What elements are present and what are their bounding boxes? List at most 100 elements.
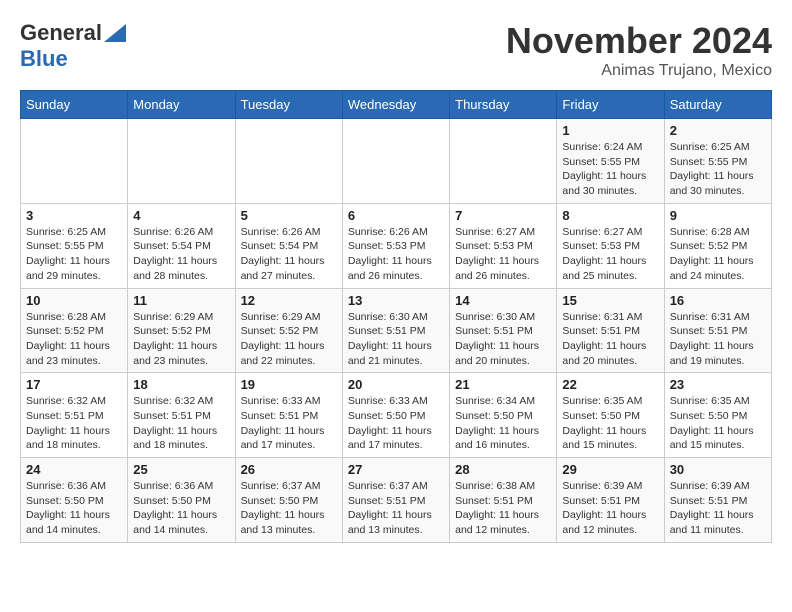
day-of-week-header: Thursday — [450, 91, 557, 119]
cell-sun-info: Sunrise: 6:31 AMSunset: 5:51 PMDaylight:… — [562, 310, 658, 369]
calendar-cell: 4 Sunrise: 6:26 AMSunset: 5:54 PMDaylight… — [128, 203, 235, 288]
cell-day-number: 22 — [562, 377, 658, 392]
calendar-cell: 13 Sunrise: 6:30 AMSunset: 5:51 PMDayligh… — [342, 288, 449, 373]
cell-sun-info: Sunrise: 6:39 AMSunset: 5:51 PMDaylight:… — [562, 479, 658, 538]
calendar-header: SundayMondayTuesdayWednesdayThursdayFrid… — [21, 91, 772, 119]
cell-sun-info: Sunrise: 6:26 AMSunset: 5:53 PMDaylight:… — [348, 225, 444, 284]
cell-day-number: 18 — [133, 377, 229, 392]
cell-sun-info: Sunrise: 6:34 AMSunset: 5:50 PMDaylight:… — [455, 394, 551, 453]
cell-sun-info: Sunrise: 6:37 AMSunset: 5:51 PMDaylight:… — [348, 479, 444, 538]
calendar-cell — [128, 119, 235, 204]
cell-day-number: 12 — [241, 293, 337, 308]
calendar-cell: 1Sunrise: 6:24 AMSunset: 5:55 PMDaylight… — [557, 119, 664, 204]
cell-sun-info: Sunrise: 6:30 AMSunset: 5:51 PMDaylight:… — [348, 310, 444, 369]
cell-sun-info: Sunrise: 6:29 AMSunset: 5:52 PMDaylight:… — [241, 310, 337, 369]
calendar-cell: 24Sunrise: 6:36 AMSunset: 5:50 PMDayligh… — [21, 458, 128, 543]
calendar-cell: 3Sunrise: 6:25 AMSunset: 5:55 PMDaylight… — [21, 203, 128, 288]
cell-day-number: 14 — [455, 293, 551, 308]
cell-sun-info: Sunrise: 6:29 AMSunset: 5:52 PMDaylight:… — [133, 310, 229, 369]
calendar-cell: 21 Sunrise: 6:34 AMSunset: 5:50 PMDayligh… — [450, 373, 557, 458]
cell-sun-info: Sunrise: 6:31 AMSunset: 5:51 PMDaylight:… — [670, 310, 766, 369]
cell-day-number: 4 — [133, 208, 229, 223]
logo-icon — [104, 24, 126, 42]
cell-day-number: 15 — [562, 293, 658, 308]
cell-day-number: 3 — [26, 208, 122, 223]
calendar-week-row: 24Sunrise: 6:36 AMSunset: 5:50 PMDayligh… — [21, 458, 772, 543]
calendar-cell — [450, 119, 557, 204]
calendar-cell: 26Sunrise: 6:37 AMSunset: 5:50 PMDayligh… — [235, 458, 342, 543]
cell-day-number: 13 — [348, 293, 444, 308]
cell-day-number: 7 — [455, 208, 551, 223]
cell-sun-info: Sunrise: 6:35 AMSunset: 5:50 PMDaylight:… — [562, 394, 658, 453]
cell-day-number: 5 — [241, 208, 337, 223]
calendar-cell: 2Sunrise: 6:25 AMSunset: 5:55 PMDaylight… — [664, 119, 771, 204]
cell-sun-info: Sunrise: 6:27 AMSunset: 5:53 PMDaylight:… — [562, 225, 658, 284]
day-of-week-header: Tuesday — [235, 91, 342, 119]
calendar-cell — [235, 119, 342, 204]
page-header: General Blue November 2024 Animas Trujan… — [20, 20, 772, 80]
calendar-cell: 20Sunrise: 6:33 AMSunset: 5:50 PMDayligh… — [342, 373, 449, 458]
cell-day-number: 26 — [241, 462, 337, 477]
logo: General Blue — [20, 20, 126, 72]
calendar-cell: 29 Sunrise: 6:39 AMSunset: 5:51 PMDayligh… — [557, 458, 664, 543]
cell-sun-info: Sunrise: 6:25 AMSunset: 5:55 PMDaylight:… — [670, 140, 766, 199]
cell-sun-info: Sunrise: 6:33 AMSunset: 5:51 PMDaylight:… — [241, 394, 337, 453]
cell-day-number: 21 — [455, 377, 551, 392]
cell-sun-info: Sunrise: 6:32 AMSunset: 5:51 PMDaylight:… — [133, 394, 229, 453]
calendar-cell: 30Sunrise: 6:39 AMSunset: 5:51 PMDayligh… — [664, 458, 771, 543]
cell-sun-info: Sunrise: 6:32 AMSunset: 5:51 PMDaylight:… — [26, 394, 122, 453]
calendar-cell: 15 Sunrise: 6:31 AMSunset: 5:51 PMDayligh… — [557, 288, 664, 373]
cell-sun-info: Sunrise: 6:33 AMSunset: 5:50 PMDaylight:… — [348, 394, 444, 453]
cell-day-number: 6 — [348, 208, 444, 223]
day-of-week-header: Saturday — [664, 91, 771, 119]
calendar-body: 1Sunrise: 6:24 AMSunset: 5:55 PMDaylight… — [21, 119, 772, 543]
month-title: November 2024 — [506, 20, 772, 62]
location-subtitle: Animas Trujano, Mexico — [506, 62, 772, 80]
day-of-week-header: Wednesday — [342, 91, 449, 119]
cell-sun-info: Sunrise: 6:26 AMSunset: 5:54 PMDaylight:… — [133, 225, 229, 284]
calendar-cell: 22 Sunrise: 6:35 AMSunset: 5:50 PMDayligh… — [557, 373, 664, 458]
day-of-week-header: Friday — [557, 91, 664, 119]
cell-sun-info: Sunrise: 6:28 AMSunset: 5:52 PMDaylight:… — [670, 225, 766, 284]
calendar-cell: 19Sunrise: 6:33 AMSunset: 5:51 PMDayligh… — [235, 373, 342, 458]
cell-day-number: 29 — [562, 462, 658, 477]
calendar-table: SundayMondayTuesdayWednesdayThursdayFrid… — [20, 90, 772, 543]
calendar-cell — [342, 119, 449, 204]
cell-sun-info: Sunrise: 6:39 AMSunset: 5:51 PMDaylight:… — [670, 479, 766, 538]
calendar-week-row: 17Sunrise: 6:32 AMSunset: 5:51 PMDayligh… — [21, 373, 772, 458]
calendar-cell: 18 Sunrise: 6:32 AMSunset: 5:51 PMDayligh… — [128, 373, 235, 458]
logo-text-general: General — [20, 20, 102, 46]
cell-sun-info: Sunrise: 6:28 AMSunset: 5:52 PMDaylight:… — [26, 310, 122, 369]
day-of-week-header: Sunday — [21, 91, 128, 119]
calendar-cell: 9 Sunrise: 6:28 AMSunset: 5:52 PMDaylight… — [664, 203, 771, 288]
calendar-cell — [21, 119, 128, 204]
cell-day-number: 23 — [670, 377, 766, 392]
calendar-cell: 11Sunrise: 6:29 AMSunset: 5:52 PMDayligh… — [128, 288, 235, 373]
calendar-cell: 27Sunrise: 6:37 AMSunset: 5:51 PMDayligh… — [342, 458, 449, 543]
calendar-cell: 16Sunrise: 6:31 AMSunset: 5:51 PMDayligh… — [664, 288, 771, 373]
cell-sun-info: Sunrise: 6:27 AMSunset: 5:53 PMDaylight:… — [455, 225, 551, 284]
cell-day-number: 9 — [670, 208, 766, 223]
calendar-cell: 25Sunrise: 6:36 AMSunset: 5:50 PMDayligh… — [128, 458, 235, 543]
logo-text-blue: Blue — [20, 46, 68, 71]
calendar-cell: 6 Sunrise: 6:26 AMSunset: 5:53 PMDaylight… — [342, 203, 449, 288]
cell-sun-info: Sunrise: 6:35 AMSunset: 5:50 PMDaylight:… — [670, 394, 766, 453]
calendar-cell: 17Sunrise: 6:32 AMSunset: 5:51 PMDayligh… — [21, 373, 128, 458]
cell-sun-info: Sunrise: 6:38 AMSunset: 5:51 PMDaylight:… — [455, 479, 551, 538]
calendar-cell: 28 Sunrise: 6:38 AMSunset: 5:51 PMDayligh… — [450, 458, 557, 543]
cell-day-number: 25 — [133, 462, 229, 477]
calendar-cell: 12 Sunrise: 6:29 AMSunset: 5:52 PMDayligh… — [235, 288, 342, 373]
cell-day-number: 28 — [455, 462, 551, 477]
calendar-cell: 10Sunrise: 6:28 AMSunset: 5:52 PMDayligh… — [21, 288, 128, 373]
calendar-cell: 7 Sunrise: 6:27 AMSunset: 5:53 PMDaylight… — [450, 203, 557, 288]
cell-sun-info: Sunrise: 6:26 AMSunset: 5:54 PMDaylight:… — [241, 225, 337, 284]
cell-sun-info: Sunrise: 6:30 AMSunset: 5:51 PMDaylight:… — [455, 310, 551, 369]
days-of-week-row: SundayMondayTuesdayWednesdayThursdayFrid… — [21, 91, 772, 119]
calendar-cell: 8 Sunrise: 6:27 AMSunset: 5:53 PMDaylight… — [557, 203, 664, 288]
calendar-week-row: 1Sunrise: 6:24 AMSunset: 5:55 PMDaylight… — [21, 119, 772, 204]
day-of-week-header: Monday — [128, 91, 235, 119]
title-block: November 2024 Animas Trujano, Mexico — [506, 20, 772, 80]
cell-day-number: 8 — [562, 208, 658, 223]
calendar-week-row: 10Sunrise: 6:28 AMSunset: 5:52 PMDayligh… — [21, 288, 772, 373]
calendar-cell: 5 Sunrise: 6:26 AMSunset: 5:54 PMDaylight… — [235, 203, 342, 288]
